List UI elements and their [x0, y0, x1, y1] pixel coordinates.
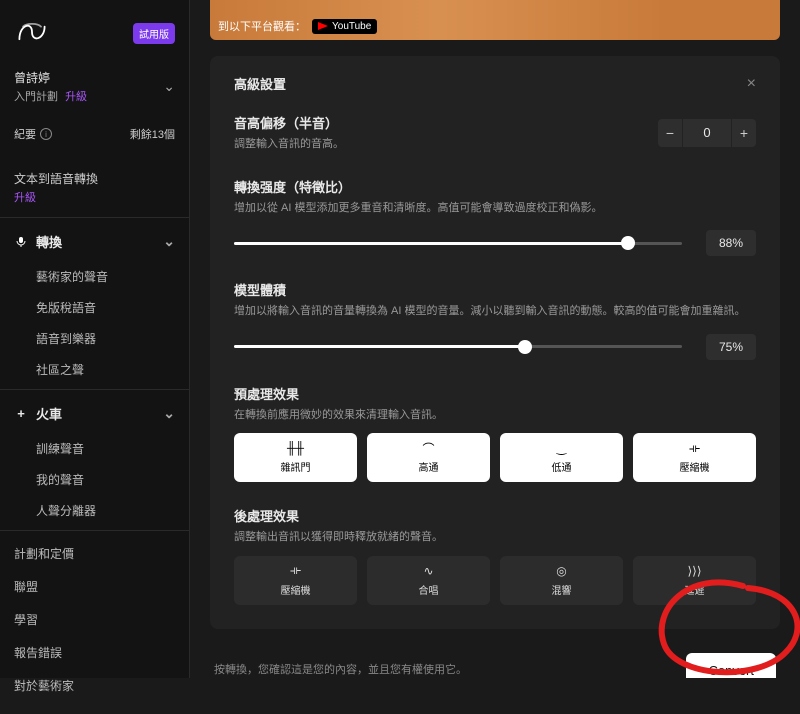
- microphone-icon: [14, 236, 28, 248]
- sidebar-link-report[interactable]: 報告錯誤: [0, 636, 189, 669]
- pre-effects-desc: 在轉換前應用微妙的效果來清理輸入音訊。: [234, 407, 756, 424]
- nav-group-train-label: 火車: [36, 404, 62, 423]
- brand-logo: [14, 14, 50, 53]
- nav-item-splitter[interactable]: 人聲分離器: [0, 495, 189, 526]
- watch-on-label: 到以下平台觀看：: [218, 18, 306, 34]
- user-name: 曾詩婷: [14, 69, 87, 86]
- nav-item-community-voices[interactable]: 社區之聲: [0, 354, 189, 385]
- trial-badge: 試用版: [133, 23, 175, 44]
- nav-group-train[interactable]: 火車 ⌄: [0, 394, 189, 433]
- pre-highpass-button[interactable]: ⌒ 高通: [367, 433, 490, 482]
- pitch-value: 0: [683, 119, 731, 147]
- advanced-settings-panel: 高級設置 × 音高偏移（半音） 調整輸入音訊的音高。 − 0 + 轉換强度（特徵…: [210, 56, 780, 629]
- strength-title: 轉換强度（特徵比）: [234, 177, 756, 196]
- highpass-icon: ⌒: [422, 441, 434, 455]
- info-icon[interactable]: i: [40, 128, 52, 140]
- chevron-down-icon: ⌄: [163, 233, 175, 250]
- pitch-setting: 音高偏移（半音） 調整輸入音訊的音高。 − 0 +: [234, 113, 756, 153]
- strength-value: 88%: [706, 230, 756, 256]
- plan-label: 入門計劃: [14, 91, 58, 103]
- pre-noise-gate-button[interactable]: ╫╫ 雜訊門: [234, 433, 357, 482]
- post-effects-title: 後處理效果: [234, 506, 756, 525]
- delay-icon: ⟩⟩⟩: [687, 564, 701, 578]
- volume-value: 75%: [706, 334, 756, 360]
- volume-setting: 模型體積 增加以將輸入音訊的音量轉換為 AI 模型的音量。減小以聽到輸入音訊的動…: [234, 280, 756, 360]
- pitch-desc: 調整輸入音訊的音高。: [234, 136, 344, 153]
- sidebar-link-learn[interactable]: 學習: [0, 603, 189, 636]
- chevron-down-icon: ⌄: [163, 405, 175, 422]
- nav-group-convert[interactable]: 轉換 ⌄: [0, 222, 189, 261]
- compressor-icon: ⟛: [290, 564, 301, 578]
- nav-item-voice-to-instrument[interactable]: 語音到樂器: [0, 323, 189, 354]
- post-delay-label: 延遲: [685, 582, 705, 597]
- compressor-icon: ⟛: [689, 441, 700, 455]
- post-delay-button[interactable]: ⟩⟩⟩ 延遲: [633, 556, 756, 605]
- post-compressor-label: 壓縮機: [281, 582, 311, 597]
- quota-label: 紀要: [14, 126, 36, 142]
- nav-item-my-voice[interactable]: 我的聲音: [0, 464, 189, 495]
- strength-desc: 增加以從 AI 模型添加更多重音和清晰度。高值可能會導致過度校正和偽影。: [234, 200, 756, 217]
- nav-item-train-voice[interactable]: 訓練聲音: [0, 433, 189, 464]
- video-preview[interactable]: 到以下平台觀看： YouTube: [210, 0, 780, 40]
- pre-lowpass-button[interactable]: ‿ 低通: [500, 433, 623, 482]
- content-area: 到以下平台觀看： YouTube 高級設置 × 音高偏移（半音） 調整輸入音訊的…: [190, 0, 800, 678]
- pre-noise-gate-label: 雜訊門: [281, 459, 311, 474]
- tts-upgrade-link[interactable]: 升級: [14, 189, 175, 205]
- pitch-title: 音高偏移（半音）: [234, 113, 344, 132]
- post-reverb-label: 混響: [552, 582, 572, 597]
- volume-title: 模型體積: [234, 280, 756, 299]
- plus-icon: [14, 406, 28, 421]
- youtube-badge[interactable]: YouTube: [312, 19, 377, 34]
- pre-effects-title: 預處理效果: [234, 384, 756, 403]
- sidebar-link-pricing[interactable]: 計劃和定價: [0, 537, 189, 570]
- pre-highpass-label: 高通: [419, 459, 439, 474]
- youtube-label: YouTube: [332, 21, 371, 32]
- plan-upgrade-link[interactable]: 升級: [65, 91, 87, 103]
- sidebar-link-artists[interactable]: 對於藝術家: [0, 669, 189, 702]
- sidebar-link-affiliate[interactable]: 聯盟: [0, 570, 189, 603]
- nav-item-royalty-free[interactable]: 免版稅語音: [0, 292, 189, 323]
- nav-group-convert-label: 轉換: [36, 232, 62, 251]
- pitch-stepper: − 0 +: [658, 119, 756, 147]
- close-icon[interactable]: ×: [747, 75, 756, 93]
- nav-item-artist-voices[interactable]: 藝術家的聲音: [0, 261, 189, 292]
- post-chorus-label: 合唱: [419, 582, 439, 597]
- reverb-icon: ◎: [556, 564, 566, 578]
- pre-effects-setting: 預處理效果 在轉換前應用微妙的效果來清理輸入音訊。 ╫╫ 雜訊門 ⌒ 高通 ‿ …: [234, 384, 756, 483]
- pitch-increment-button[interactable]: +: [732, 119, 756, 147]
- post-reverb-button[interactable]: ◎ 混響: [500, 556, 623, 605]
- pre-compressor-button[interactable]: ⟛ 壓縮機: [633, 433, 756, 482]
- strength-setting: 轉換强度（特徵比） 增加以從 AI 模型添加更多重音和清晰度。高值可能會導致過度…: [234, 177, 756, 257]
- pre-lowpass-label: 低通: [552, 459, 572, 474]
- post-effects-setting: 後處理效果 調整輸出音訊以獲得即時釋放就緒的聲音。 ⟛ 壓縮機 ∿ 合唱 ◎ 混…: [234, 506, 756, 605]
- strength-slider[interactable]: [234, 242, 682, 245]
- post-compressor-button[interactable]: ⟛ 壓縮機: [234, 556, 357, 605]
- chorus-icon: ∿: [423, 564, 433, 578]
- convert-disclaimer: 按轉換，您確認這是您的內容，並且您有權使用它。: [214, 662, 467, 678]
- sidebar: 試用版 曾詩婷 入門計劃 升級 ⌄ 紀要 i 剩餘13個 文本到語音轉換 升級: [0, 0, 190, 678]
- pre-compressor-label: 壓縮機: [680, 459, 710, 474]
- noise-gate-icon: ╫╫: [287, 441, 304, 455]
- volume-desc: 增加以將輸入音訊的音量轉換為 AI 模型的音量。減小以聽到輸入音訊的動態。較高的…: [234, 303, 756, 320]
- post-effects-desc: 調整輸出音訊以獲得即時釋放就緒的聲音。: [234, 529, 756, 546]
- pitch-decrement-button[interactable]: −: [658, 119, 682, 147]
- volume-slider[interactable]: [234, 345, 682, 348]
- post-chorus-button[interactable]: ∿ 合唱: [367, 556, 490, 605]
- convert-button[interactable]: Convert: [686, 653, 776, 679]
- panel-title: 高級設置: [234, 74, 286, 93]
- lowpass-icon: ‿: [557, 441, 567, 455]
- user-block[interactable]: 曾詩婷 入門計劃 升級 ⌄: [0, 61, 189, 118]
- quota-remaining: 剩餘13個: [130, 126, 175, 142]
- chevron-down-icon: ⌄: [163, 78, 175, 95]
- tts-label[interactable]: 文本到語音轉換: [14, 170, 175, 187]
